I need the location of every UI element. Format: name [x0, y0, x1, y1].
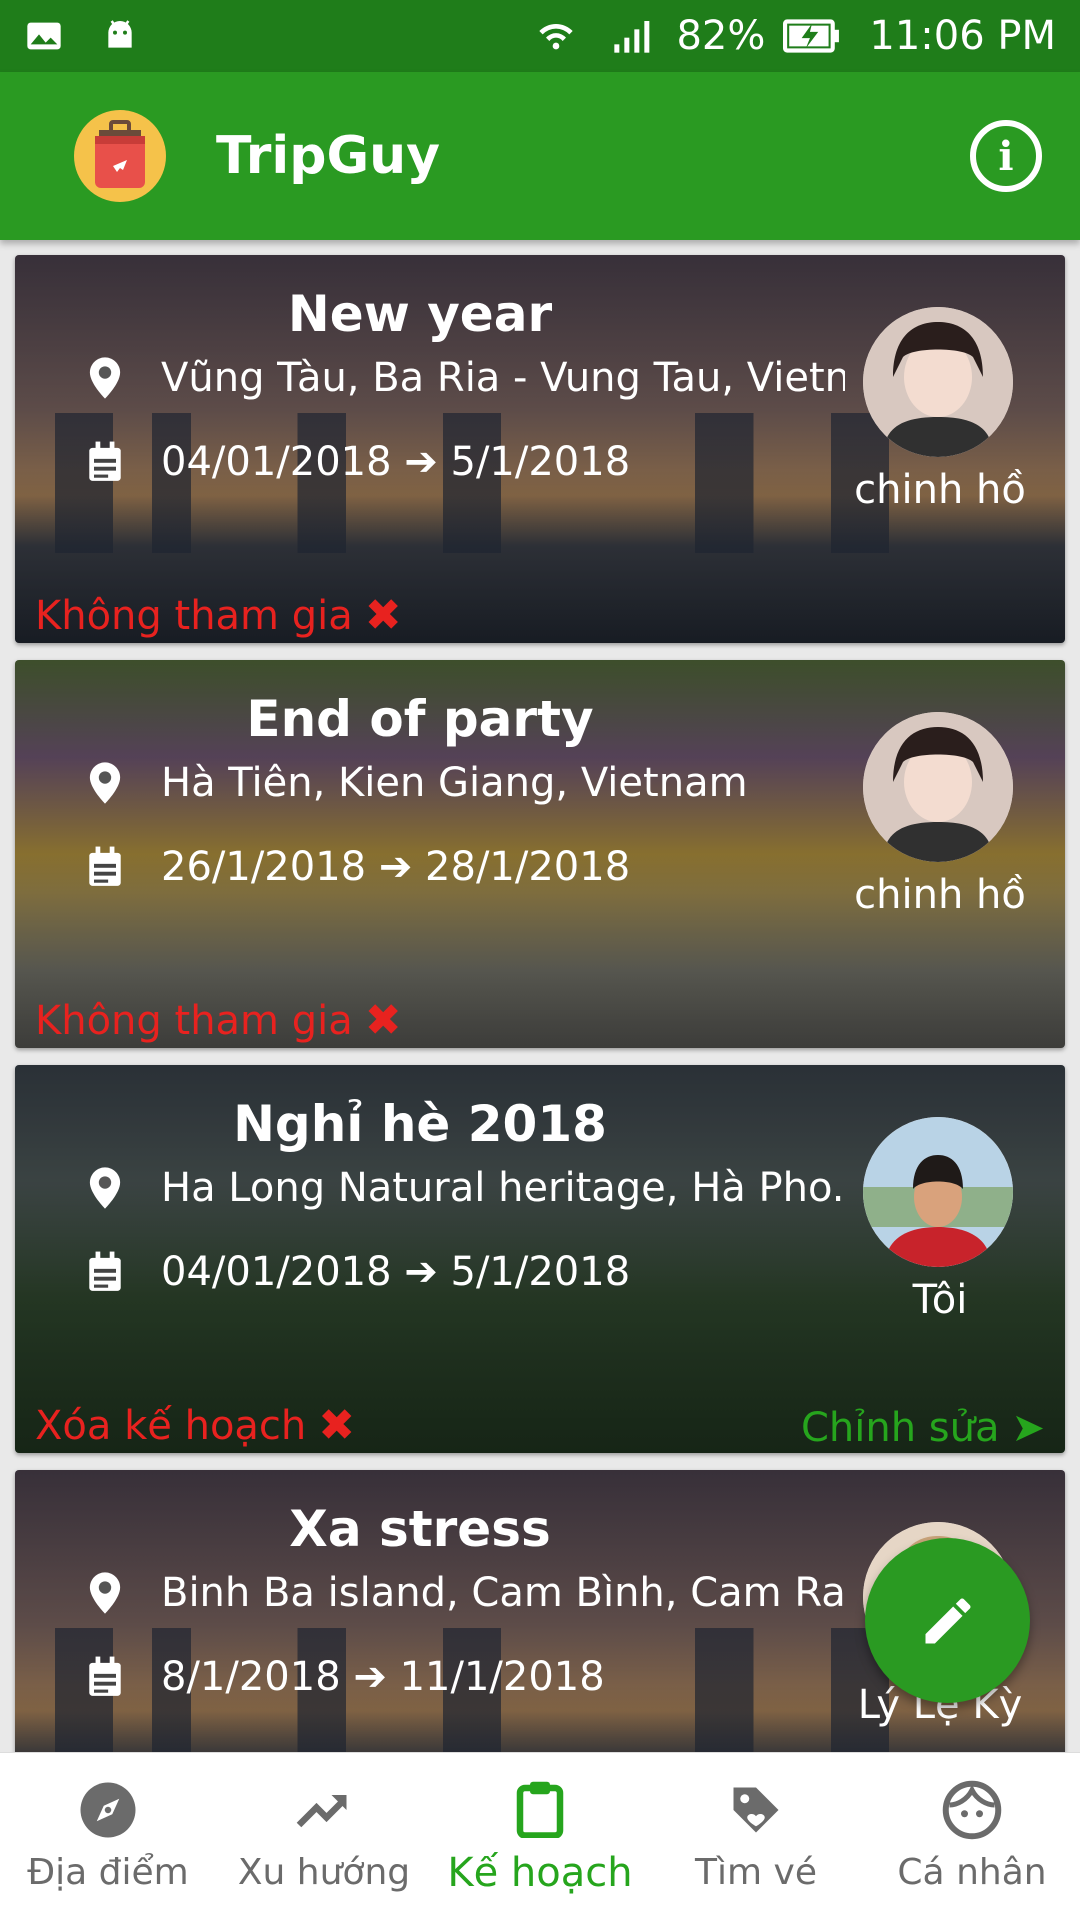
decline-label: Không tham gia [35, 997, 353, 1044]
trip-title: Xa stress [289, 1500, 551, 1558]
delete-plan-button[interactable]: Xóa kế hoạch ✖ [35, 1400, 355, 1451]
trip-dates: 04/01/2018 ➔ 5/1/2018 [161, 1249, 631, 1295]
trip-dates: 04/01/2018 ➔ 5/1/2018 [161, 439, 631, 485]
trip-dates: 26/1/2018 ➔ 28/1/2018 [161, 844, 631, 890]
close-icon: ✖ [364, 995, 402, 1046]
location-pin-icon [89, 1167, 121, 1209]
app-title: TripGuy [216, 126, 441, 186]
nav-tickets[interactable]: Tìm vé [648, 1753, 864, 1920]
suitcase-icon [95, 120, 145, 188]
bottom-navigation: Địa điểm Xu hướng Kế hoạch Tìm vé Cá nhâ… [0, 1752, 1080, 1920]
location-pin-icon [89, 1572, 121, 1614]
calendar-icon [89, 1251, 121, 1291]
nav-places[interactable]: Địa điểm [0, 1753, 216, 1920]
close-icon: ✖ [364, 590, 402, 641]
decline-trip-button[interactable]: Không tham gia ✖ [35, 590, 402, 641]
trip-location: Vũng Tàu, Ba Ria - Vung Tau, Vietn... [161, 355, 845, 401]
info-button[interactable]: i [970, 120, 1042, 192]
location-pin-icon [89, 357, 121, 399]
edit-plan-button[interactable]: Chỉnh sửa ➤ [801, 1405, 1045, 1451]
nav-label: Kế hoạch [447, 1849, 633, 1896]
status-bar: 82% 11:06 PM [0, 0, 1080, 72]
trip-card[interactable]: Nghỉ hè 2018 Ha Long Natural heritage, H… [15, 1065, 1065, 1453]
image-icon [27, 22, 61, 50]
trip-location-row: Binh Ba island, Cam Bình, Cam Ra... [85, 1570, 845, 1616]
nav-profile[interactable]: Cá nhân [864, 1753, 1080, 1920]
trip-location: Binh Ba island, Cam Bình, Cam Ra... [161, 1570, 845, 1616]
calendar-icon [89, 441, 121, 481]
battery-charging-icon [783, 19, 840, 53]
info-icon: i [998, 132, 1014, 180]
calendar-icon [89, 1656, 121, 1696]
nav-plans[interactable]: Kế hoạch [432, 1753, 648, 1920]
wifi-icon [539, 23, 574, 50]
trip-card[interactable]: New year Vũng Tàu, Ba Ria - Vung Tau, Vi… [15, 255, 1065, 643]
trip-location-row: Vũng Tàu, Ba Ria - Vung Tau, Vietn... [85, 355, 845, 401]
trip-location: Hà Tiên, Kien Giang, Vietnam [161, 760, 748, 806]
trip-owner-name: Tôi [912, 1277, 968, 1323]
edit-fab-button[interactable] [865, 1538, 1030, 1703]
nav-trending[interactable]: Xu hướng [216, 1753, 432, 1920]
trip-date-row: 04/01/2018 ➔ 5/1/2018 [85, 439, 845, 485]
nav-label: Tìm vé [695, 1852, 817, 1893]
trip-owner-name: chinh hồ [854, 872, 1026, 918]
trip-location-row: Ha Long Natural heritage, Hà Pho... [85, 1165, 845, 1211]
avatar[interactable] [863, 712, 1013, 862]
avatar[interactable] [863, 307, 1013, 457]
clipboard-icon [516, 1781, 564, 1838]
app-bar: TripGuy i [0, 72, 1080, 240]
tag-icon [733, 1787, 779, 1833]
decline-label: Không tham gia [35, 592, 353, 639]
clock: 11:06 PM [869, 13, 1056, 59]
trip-title: End of party [246, 690, 594, 748]
calendar-icon [89, 846, 121, 886]
trip-location: Ha Long Natural heritage, Hà Pho... [161, 1165, 845, 1211]
trending-up-icon [296, 1795, 347, 1828]
arrow-right-icon: ➤ [1011, 1405, 1045, 1451]
trip-date-row: 04/01/2018 ➔ 5/1/2018 [85, 1249, 845, 1295]
face-icon [942, 1780, 1002, 1840]
trip-dates: 8/1/2018 ➔ 11/1/2018 [161, 1654, 605, 1700]
decline-trip-button[interactable]: Không tham gia ✖ [35, 995, 402, 1046]
delete-label: Xóa kế hoạch [35, 1402, 307, 1449]
avatar[interactable] [863, 1117, 1013, 1267]
trip-date-row: 26/1/2018 ➔ 28/1/2018 [85, 844, 845, 890]
trip-owner-name: chinh hồ [854, 467, 1026, 513]
app-logo [74, 110, 166, 202]
trip-date-row: 8/1/2018 ➔ 11/1/2018 [85, 1654, 845, 1700]
battery-percent: 82% [676, 13, 766, 59]
signal-icon [614, 21, 650, 53]
pencil-icon [925, 1597, 971, 1643]
trip-card[interactable]: End of party Hà Tiên, Kien Giang, Vietna… [15, 660, 1065, 1048]
trip-title: New year [287, 285, 553, 343]
app-root: 82% 11:06 PM TripGuy i New year Vũng Tàu… [0, 0, 1080, 1920]
nav-label: Xu hướng [237, 1852, 411, 1893]
nav-label: Địa điểm [27, 1852, 189, 1893]
close-icon: ✖ [318, 1400, 356, 1451]
compass-icon [80, 1782, 136, 1838]
edit-label: Chỉnh sửa [800, 1405, 1000, 1451]
trip-title: Nghỉ hè 2018 [233, 1095, 607, 1153]
location-pin-icon [89, 762, 121, 804]
nav-label: Cá nhân [897, 1852, 1047, 1893]
android-icon [108, 20, 132, 48]
trip-location-row: Hà Tiên, Kien Giang, Vietnam [85, 760, 845, 806]
